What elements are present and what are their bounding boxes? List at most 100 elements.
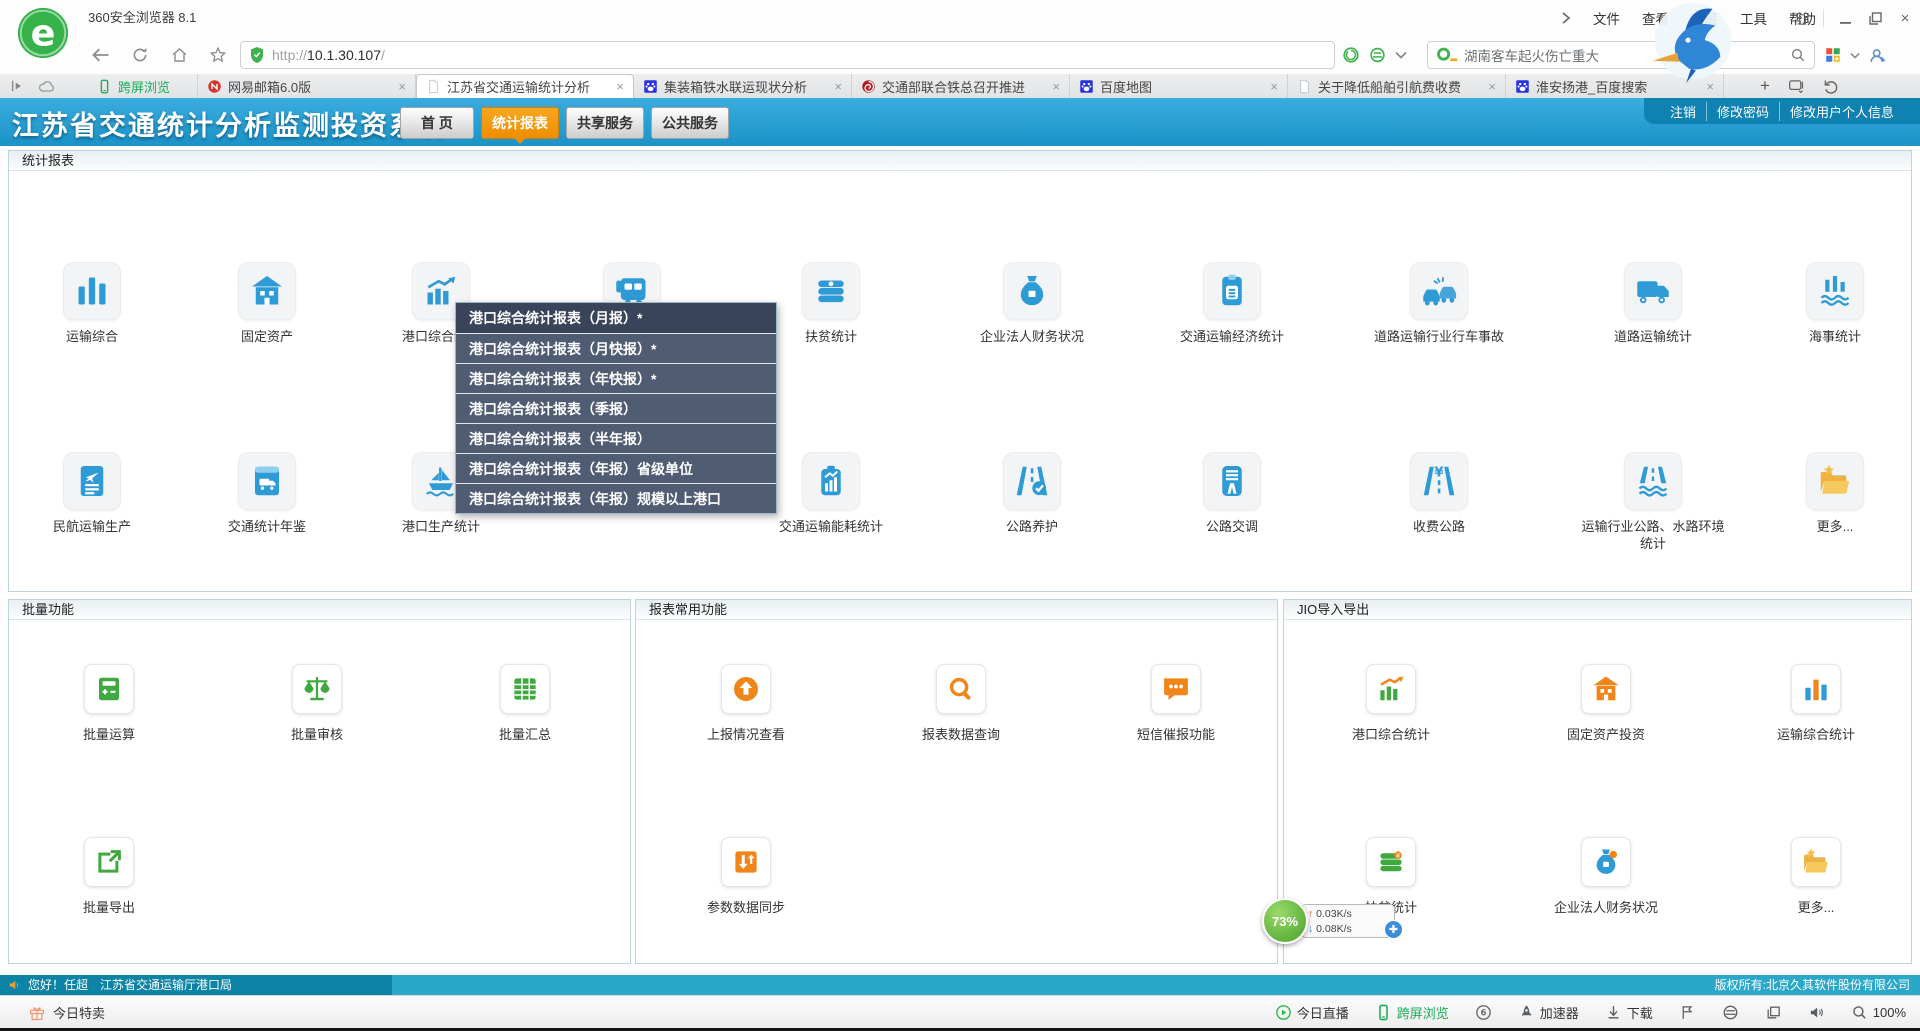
- search-magnifier-icon[interactable]: [1790, 47, 1806, 63]
- tab-list-button[interactable]: [1788, 79, 1805, 93]
- tab-expand-icon[interactable]: [10, 79, 24, 93]
- browser-tab-5[interactable]: 百度地图×: [1070, 74, 1288, 98]
- nav-tab-2[interactable]: 共享服务: [566, 107, 644, 139]
- tab-close-icon[interactable]: ×: [1052, 79, 1060, 94]
- stat-tile-道路运输行业行车事故[interactable]: [1364, 262, 1514, 320]
- bottombar-item-今日直播[interactable]: 今日直播: [1275, 1003, 1349, 1022]
- close-button[interactable]: ×: [1890, 0, 1920, 36]
- tab-close-icon[interactable]: ×: [834, 79, 842, 94]
- bottombar-item-window-icon[interactable]: [1765, 1004, 1782, 1021]
- reopen-closed-tab-button[interactable]: [1823, 79, 1839, 94]
- panel-tile-批量汇总[interactable]: [450, 664, 600, 714]
- account-link-2[interactable]: 修改用户个人信息: [1779, 102, 1904, 121]
- browser-tab-0[interactable]: 跨屏浏览: [88, 74, 198, 98]
- panel-tile-运输综合统计[interactable]: [1741, 664, 1891, 714]
- stat-tile-更多...[interactable]: [1760, 452, 1910, 510]
- panel-tile-更多...[interactable]: [1741, 837, 1891, 887]
- stat-tile-运输综合[interactable]: [17, 262, 167, 320]
- browser-tab-1[interactable]: 网易邮箱6.0版×: [198, 74, 416, 98]
- menu-view[interactable]: 查看: [1642, 8, 1669, 28]
- stat-tile-公路养护[interactable]: [957, 452, 1107, 510]
- browser-tab-3[interactable]: 集装箱铁水联运现状分析×: [634, 74, 852, 98]
- user-center-icon[interactable]: [1868, 46, 1887, 65]
- collapse-chevron-icon[interactable]: [1561, 12, 1571, 24]
- browser-tab-2[interactable]: 江苏省交通运输统计分析×: [416, 74, 634, 98]
- site-safety-shield-icon[interactable]: [249, 46, 265, 64]
- stat-tile-扶贫统计[interactable]: [756, 262, 906, 320]
- panel-tile-批量导出[interactable]: [34, 837, 184, 887]
- tab-close-icon[interactable]: ×: [398, 79, 406, 94]
- port-menu-item-0[interactable]: 港口综合统计报表（月报）*: [456, 303, 776, 333]
- browser-tab-4[interactable]: 交通部联合铁总召开推进×: [852, 74, 1070, 98]
- bottombar-item-下载[interactable]: 下载: [1605, 1003, 1653, 1022]
- panel-tile-报表数据查询[interactable]: [886, 664, 1036, 714]
- menu-favorites[interactable]: 收藏: [1691, 8, 1718, 28]
- panel-tile-批量运算[interactable]: [34, 664, 184, 714]
- network-speed-ball[interactable]: 73%: [1262, 898, 1308, 944]
- account-link-0[interactable]: 注销: [1660, 102, 1706, 121]
- nav-tab-1[interactable]: 统计报表: [481, 107, 559, 139]
- daily-deal-button[interactable]: 今日特卖: [28, 996, 105, 1029]
- browser-tab-7[interactable]: 淮安扬港_百度搜索×: [1506, 74, 1724, 98]
- bottombar-item-跨屏浏览[interactable]: 跨屏浏览: [1375, 1003, 1449, 1022]
- panel-tile-企业法人财务状况[interactable]: [1531, 837, 1681, 887]
- panel-tile-参数数据同步[interactable]: [671, 837, 821, 887]
- stat-tile-公路交调[interactable]: [1157, 452, 1307, 510]
- port-menu-item-4[interactable]: 港口综合统计报表（半年报）: [456, 423, 776, 453]
- stat-tile-交通运输经济统计[interactable]: [1157, 262, 1307, 320]
- search-hotword[interactable]: 湖南客车起火伤亡重大: [1464, 45, 1784, 65]
- nav-tab-3[interactable]: 公共服务: [651, 107, 729, 139]
- panel-tile-短信催报功能[interactable]: [1101, 664, 1251, 714]
- tab-close-icon[interactable]: ×: [1706, 79, 1714, 94]
- bottombar-item-100%[interactable]: 100%: [1851, 1004, 1906, 1021]
- bottombar-item-speaker-icon[interactable]: [1808, 1004, 1825, 1021]
- browser-tab-6[interactable]: 关于降低船舶引航费收费×: [1288, 74, 1506, 98]
- network-speed-panel[interactable]: ↑ 0.03K/s ↓ 0.08K/s: [1301, 904, 1395, 938]
- search-box[interactable]: 湖南客车起火伤亡重大: [1427, 41, 1815, 69]
- speed-mode-icon[interactable]: [1342, 46, 1360, 64]
- stat-tile-民航运输生产[interactable]: [17, 452, 167, 510]
- apps-grid-icon[interactable]: [1824, 46, 1842, 64]
- url-dropdown-chevron-icon[interactable]: [1395, 51, 1407, 59]
- home-button[interactable]: [164, 41, 194, 69]
- favorite-star-button[interactable]: [203, 41, 233, 69]
- port-menu-item-2[interactable]: 港口综合统计报表（年快报）*: [456, 363, 776, 393]
- stat-tile-固定资产[interactable]: [192, 262, 342, 320]
- panel-tile-上报情况查看[interactable]: [671, 664, 821, 714]
- stat-tile-海事统计[interactable]: [1760, 262, 1910, 320]
- panel-tile-港口综合统计[interactable]: [1316, 664, 1466, 714]
- stat-tile-运输行业公路、水路环境统计[interactable]: [1578, 452, 1728, 510]
- menu-tools[interactable]: 工具: [1740, 8, 1767, 28]
- speed-boost-icon[interactable]: ✚: [1384, 920, 1403, 939]
- back-button[interactable]: [86, 41, 116, 69]
- apps-dropdown-chevron-icon[interactable]: [1850, 52, 1860, 59]
- tab-close-icon[interactable]: ×: [1270, 79, 1278, 94]
- skin-button[interactable]: [1787, 0, 1817, 36]
- new-tab-button[interactable]: +: [1760, 76, 1770, 96]
- ie-compat-icon[interactable]: [1368, 46, 1387, 64]
- panel-tile-批量审核[interactable]: [242, 664, 392, 714]
- stat-tile-企业法人财务状况[interactable]: [957, 262, 1107, 320]
- bottombar-item-browser360-icon[interactable]: 6: [1475, 1004, 1492, 1021]
- bottombar-item-加速器[interactable]: 加速器: [1518, 1003, 1579, 1022]
- port-menu-item-3[interactable]: 港口综合统计报表（季报）: [456, 393, 776, 423]
- panel-tile-固定资产投资[interactable]: [1531, 664, 1681, 714]
- stat-tile-交通运输能耗统计[interactable]: [756, 452, 906, 510]
- tab-close-icon[interactable]: ×: [616, 79, 624, 94]
- minimize-button[interactable]: [1830, 0, 1860, 36]
- refresh-button[interactable]: [125, 41, 155, 69]
- maximize-button[interactable]: [1860, 0, 1890, 36]
- stat-tile-道路运输统计[interactable]: [1578, 262, 1728, 320]
- port-menu-item-1[interactable]: 港口综合统计报表（月快报）*: [456, 333, 776, 363]
- port-menu-item-6[interactable]: 港口综合统计报表（年报）规模以上港口: [456, 483, 776, 513]
- port-menu-item-5[interactable]: 港口综合统计报表（年报）省级单位: [456, 453, 776, 483]
- bottombar-item-flag-icon[interactable]: [1679, 1004, 1696, 1021]
- bottombar-item-ie-icon[interactable]: [1722, 1004, 1739, 1021]
- stat-tile-收费公路[interactable]: ¥: [1364, 452, 1514, 510]
- tab-close-icon[interactable]: ×: [1488, 79, 1496, 94]
- url-field[interactable]: http://10.1.30.107/: [240, 41, 1335, 69]
- panel-tile-扶贫统计[interactable]: ¥: [1316, 837, 1466, 887]
- cloud-sync-icon[interactable]: [38, 80, 56, 93]
- account-link-1[interactable]: 修改密码: [1706, 102, 1779, 121]
- stat-tile-交通统计年鉴[interactable]: [192, 452, 342, 510]
